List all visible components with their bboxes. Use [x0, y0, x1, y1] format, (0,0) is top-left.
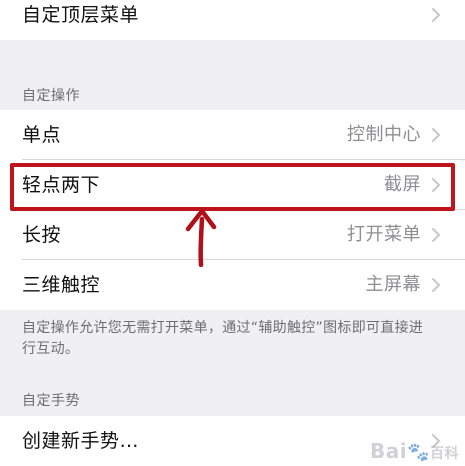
- row-3d-touch[interactable]: 三维触控 主屏幕: [0, 260, 465, 310]
- row-label: 自定顶层菜单: [22, 4, 140, 26]
- section-header-custom-actions: 自定操作: [22, 88, 80, 104]
- row-custom-top-menu[interactable]: 自定顶层菜单: [0, 0, 465, 40]
- row-label: 三维触控: [22, 274, 101, 296]
- row-label: 创建新手势…: [22, 430, 140, 452]
- watermark-text: Bai: [369, 439, 408, 463]
- section-header-custom-gestures: 自定手势: [22, 393, 80, 409]
- chevron-right-icon: [432, 228, 440, 242]
- row-long-press[interactable]: 长按 打开菜单: [0, 210, 465, 260]
- row-label: 单点: [22, 124, 62, 146]
- row-value: 控制中心: [347, 124, 421, 145]
- row-value: 打开菜单: [347, 224, 421, 245]
- watermark-suffix: 百科: [430, 446, 459, 462]
- footer-note-line: 行互动。: [22, 341, 80, 357]
- chevron-right-icon: [432, 278, 440, 292]
- footer-note-line: 自定操作允许您无需打开菜单，通过“辅助触控”图标即可直接进: [22, 320, 424, 336]
- custom-actions-footer-note: 自定操作允许您无需打开菜单，通过“辅助触控”图标即可直接进 行互动。: [22, 318, 452, 360]
- paw-icon: 🐾: [407, 442, 430, 463]
- settings-screen: 自定顶层菜单 自定操作 单点 控制中心 轻点两下 截屏 长按 打开菜单 三维触控…: [0, 0, 465, 466]
- annotation-highlight-box: [10, 163, 455, 211]
- row-single-tap[interactable]: 单点 控制中心: [0, 110, 465, 160]
- chevron-right-icon: [432, 128, 440, 142]
- top-group: 自定顶层菜单: [0, 0, 465, 40]
- chevron-right-icon: [432, 8, 440, 22]
- row-value: 主屏幕: [365, 274, 421, 295]
- arrow-up-icon: [185, 208, 217, 267]
- row-label: 长按: [22, 224, 62, 246]
- watermark-logo: Bai🐾百科: [370, 439, 459, 463]
